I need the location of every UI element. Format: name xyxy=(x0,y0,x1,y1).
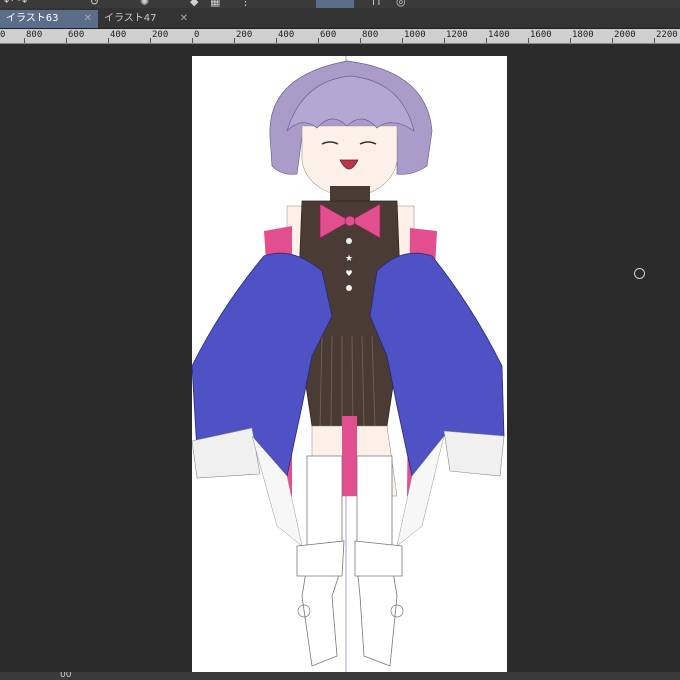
redo-icon[interactable]: ↷ xyxy=(18,0,27,8)
ruler-label: 400 xyxy=(110,30,127,40)
ruler-tick xyxy=(444,38,445,43)
top-toolbar: ↶ ↷ ↺ ✺ ◆ ▦ ⋮ ⊓ ◎ xyxy=(0,0,680,8)
ruler-tick xyxy=(528,38,529,43)
cuff-right xyxy=(443,430,505,477)
status-bar: 00 xyxy=(0,672,680,680)
transform-icon[interactable] xyxy=(316,0,354,8)
button-2 xyxy=(346,285,352,291)
heart-button: ♥ xyxy=(345,269,352,278)
ruler-label: 600 xyxy=(320,30,337,40)
ruler-tick xyxy=(192,38,193,43)
bow-knot xyxy=(344,215,356,227)
document-tab-bar: イラスト63 ✕ イラスト47 ✕ xyxy=(0,8,680,29)
ruler-tick xyxy=(66,38,67,43)
canvas-paper[interactable]: ★ ♥ xyxy=(192,56,507,676)
camera-icon[interactable]: ◎ xyxy=(396,0,406,8)
ruler-label: 2000 xyxy=(614,30,636,40)
fill-icon[interactable]: ◆ xyxy=(190,0,198,8)
ruler-label: 2200 xyxy=(656,30,678,40)
brightness-icon[interactable]: ✺ xyxy=(140,0,149,8)
boot-cuff-left xyxy=(296,540,345,577)
inner-pink xyxy=(342,416,357,496)
cursor-ring-icon xyxy=(634,268,645,279)
ruler-tick xyxy=(570,38,571,43)
ruler-tick xyxy=(150,38,151,43)
close-icon[interactable]: ✕ xyxy=(180,10,188,28)
ruler-label: 0 xyxy=(194,30,200,40)
tab-illust63[interactable]: イラスト63 ✕ xyxy=(0,10,98,28)
star-button: ★ xyxy=(345,254,353,264)
tab-label: イラスト47 xyxy=(104,13,157,24)
grid-icon[interactable]: ⋮ xyxy=(240,0,251,8)
button-1 xyxy=(346,238,352,244)
ruler-tick xyxy=(318,38,319,43)
history-icon[interactable]: ↺ xyxy=(90,0,99,8)
character-illustration: ★ ♥ xyxy=(192,56,505,676)
undo-icon[interactable]: ↶ xyxy=(4,0,13,8)
ruler-tick xyxy=(612,38,613,43)
ruler-label: 200 xyxy=(152,30,169,40)
ruler-label: 600 xyxy=(68,30,85,40)
close-icon[interactable]: ✕ xyxy=(84,10,92,28)
ruler-label: 1600 xyxy=(530,30,552,40)
select-icon[interactable]: ▦ xyxy=(210,0,220,8)
zoom-readout[interactable]: 00 xyxy=(60,672,71,680)
boot-cuff-right xyxy=(354,540,403,577)
ruler-label: 400 xyxy=(278,30,295,40)
ruler-label: 1000 xyxy=(404,30,426,40)
ruler-tool-icon[interactable]: ⊓ xyxy=(372,0,381,8)
ruler-label: 1400 xyxy=(488,30,510,40)
ruler-tick xyxy=(108,38,109,43)
ruler-tick xyxy=(24,38,25,43)
ruler-label: 800 xyxy=(26,30,43,40)
ruler-tick xyxy=(486,38,487,43)
ruler-label: 1800 xyxy=(572,30,594,40)
tab-label: イラスト63 xyxy=(6,13,59,24)
ruler-label: 0 xyxy=(0,30,6,40)
ruler-label: 800 xyxy=(362,30,379,40)
horizontal-ruler[interactable]: 0 800 600 400 200 0 200 400 600 800 1000 1200 1400 16… xyxy=(0,29,680,44)
ruler-tick xyxy=(276,38,277,43)
ruler-tick xyxy=(234,38,235,43)
ruler-tick xyxy=(360,38,361,43)
ruler-label: 1200 xyxy=(446,30,468,40)
tab-illust47[interactable]: イラスト47 ✕ xyxy=(98,10,194,28)
ruler-tick xyxy=(402,38,403,43)
ruler-tick xyxy=(654,38,655,43)
ruler-label: 200 xyxy=(236,30,253,40)
